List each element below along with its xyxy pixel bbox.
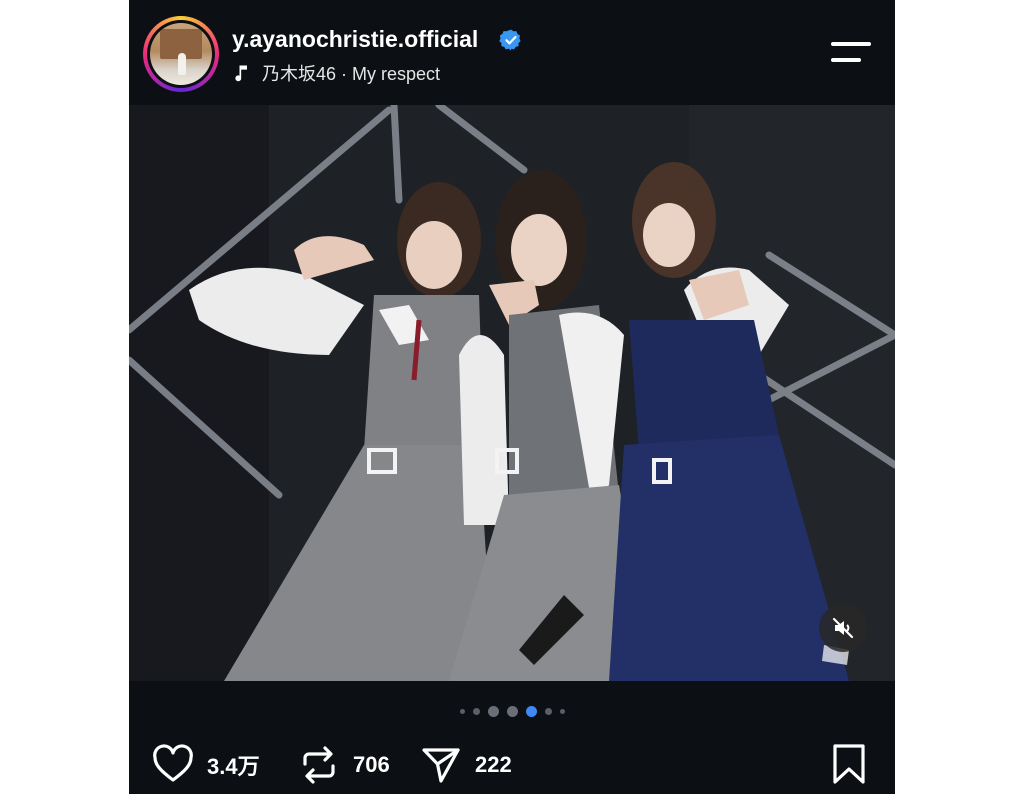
music-row[interactable]: 乃木坂46 · My respect (232, 60, 440, 86)
post-header: y.ayanochristie.official 乃木坂46 · My resp… (129, 0, 895, 105)
repost-count: 706 (353, 752, 390, 777)
like-action[interactable]: 3.4万 (151, 740, 260, 790)
username[interactable]: y.ayanochristie.official (232, 26, 478, 53)
carousel-dot (559, 708, 565, 714)
menu-icon[interactable] (829, 38, 873, 68)
photo-scene (129, 105, 895, 681)
repost-action[interactable]: 706 (297, 740, 390, 790)
carousel-dot (506, 705, 518, 717)
action-bar: 3.4万 706 222 (129, 740, 895, 790)
carousel-indicator (129, 704, 895, 718)
heart-icon[interactable] (151, 743, 195, 787)
avatar-image (150, 23, 212, 85)
share-count: 222 (475, 752, 512, 777)
bookmark-icon[interactable] (827, 742, 871, 786)
carousel-dot-active (525, 705, 537, 717)
avatar[interactable] (143, 16, 219, 92)
send-icon[interactable] (419, 743, 463, 787)
carousel-dot (459, 708, 465, 714)
carousel-dot (544, 707, 552, 715)
instagram-post: y.ayanochristie.official 乃木坂46 · My resp… (129, 0, 895, 794)
music-label: 乃木坂46 · My respect (262, 64, 441, 84)
carousel-dot (472, 707, 480, 715)
share-action[interactable]: 222 (419, 740, 512, 790)
post-photo[interactable] (129, 105, 895, 681)
like-count: 3.4万 (207, 754, 260, 779)
verified-badge-icon (499, 29, 521, 51)
carousel-dot (487, 705, 499, 717)
music-note-icon (235, 65, 247, 82)
repost-icon[interactable] (297, 743, 341, 787)
mute-icon (832, 617, 854, 639)
mute-button[interactable] (819, 604, 867, 652)
